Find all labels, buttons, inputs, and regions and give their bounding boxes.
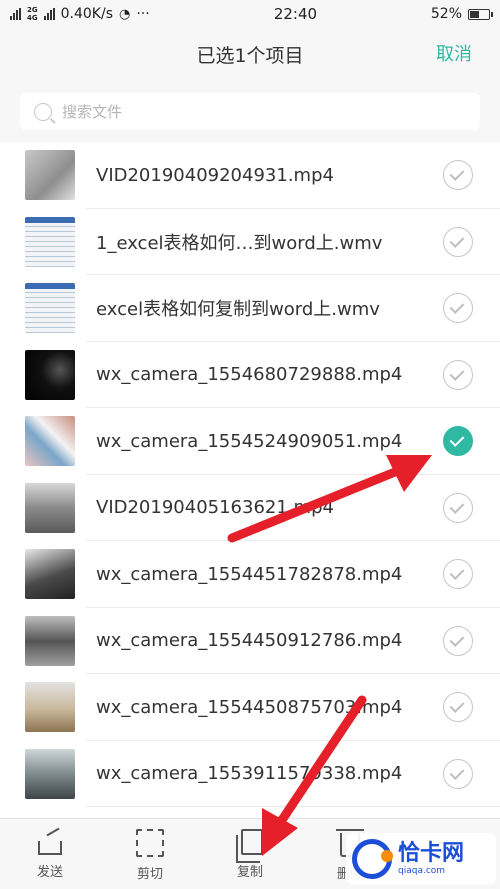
- file-name: wx_camera_1554450912786.mp4: [96, 630, 403, 652]
- checkbox[interactable]: [443, 293, 473, 324]
- watermark-url: qiaqa.com: [398, 866, 446, 876]
- list-item[interactable]: wx_camera_1554451782878.mp4: [0, 541, 500, 608]
- video-thumbnail: [25, 150, 75, 201]
- copy-icon: [236, 829, 263, 863]
- more-dots: ···: [136, 6, 150, 22]
- page-title: 已选1个项目: [196, 44, 304, 67]
- video-thumbnail: [25, 615, 75, 666]
- list-item[interactable]: wx_camera_1554524909051.mp4: [0, 408, 500, 475]
- video-thumbnail: [25, 482, 75, 533]
- checkbox[interactable]: [443, 559, 473, 590]
- search-input[interactable]: 搜索文件: [20, 93, 480, 130]
- network-type-2: 4G: [27, 14, 38, 22]
- file-name: wx_camera_1553911579338.mp4: [96, 763, 403, 785]
- checkbox[interactable]: [443, 160, 473, 191]
- video-thumbnail: [25, 549, 75, 600]
- cut-button[interactable]: 剪切: [100, 819, 200, 889]
- list-item[interactable]: 1_excel表格如何…到word上.wmv: [0, 209, 500, 276]
- signal-icon-2: [43, 8, 55, 20]
- list-item[interactable]: VID20190409204931.mp4: [0, 142, 500, 209]
- checkbox[interactable]: [443, 625, 473, 656]
- status-right: 52%: [430, 6, 493, 22]
- watermark: 恰卡网 qiaqa.com: [346, 833, 496, 885]
- watermark-title: 恰卡网: [398, 841, 465, 866]
- checkbox[interactable]: [443, 492, 473, 523]
- network-type-1: 2G: [27, 6, 38, 14]
- list-item[interactable]: wx_camera_1554450912786.mp4: [0, 608, 500, 675]
- search-placeholder: 搜索文件: [62, 103, 123, 121]
- search-area: 搜索文件: [0, 80, 500, 142]
- clock: 22:40: [273, 5, 318, 23]
- search-icon: [34, 102, 52, 121]
- list-item[interactable]: excel表格如何复制到word上.wmv: [0, 275, 500, 342]
- file-name: VID20190405163621.mp4: [96, 497, 334, 519]
- signal-icon: [10, 8, 21, 20]
- list-item[interactable]: VID20190405163621.mp4: [0, 475, 500, 542]
- battery-percent: 52%: [430, 6, 462, 22]
- network-speed: 0.40K/s: [60, 6, 113, 22]
- watermark-logo-icon: [352, 839, 393, 879]
- file-name: VID20190409204931.mp4: [96, 164, 334, 186]
- network-type: 2G 4G: [27, 6, 38, 22]
- file-list[interactable]: VID20190409204931.mp4 1_excel表格如何…到word上…: [0, 142, 500, 818]
- video-thumbnail: [25, 283, 75, 334]
- checkbox[interactable]: [443, 426, 473, 457]
- list-item[interactable]: wx_camera_1553911579338.mp4: [0, 741, 500, 808]
- file-name: wx_camera_1554451782878.mp4: [96, 563, 403, 585]
- video-thumbnail: [25, 216, 75, 267]
- cut-label: 剪切: [136, 867, 163, 882]
- file-name: 1_excel表格如何…到word上.wmv: [96, 232, 383, 254]
- send-label: 发送: [36, 865, 63, 880]
- checkbox[interactable]: [443, 758, 473, 789]
- copy-button[interactable]: 复制: [200, 819, 300, 889]
- checkbox[interactable]: [443, 359, 473, 390]
- copy-label: 复制: [236, 865, 263, 880]
- checkbox[interactable]: [443, 692, 473, 723]
- file-name: wx_camera_1554524909051.mp4: [96, 430, 403, 452]
- checkbox[interactable]: [443, 226, 473, 257]
- video-thumbnail: [25, 682, 75, 733]
- wifi-icon: ◔: [119, 6, 131, 22]
- file-name: wx_camera_1554450875703.mp4: [96, 696, 403, 718]
- video-thumbnail: [25, 416, 75, 467]
- list-item[interactable]: wx_camera_1554450875703.mp4: [0, 674, 500, 741]
- cut-icon: [136, 829, 164, 857]
- file-name: excel表格如何复制到word上.wmv: [96, 299, 380, 321]
- video-thumbnail: [25, 748, 75, 799]
- video-thumbnail: [25, 349, 75, 400]
- status-bar: 2G 4G 0.40K/s ◔ ··· 22:40 52%: [0, 0, 500, 28]
- list-item[interactable]: wx_camera_1554680729888.mp4: [0, 342, 500, 409]
- file-name: wx_camera_1554680729888.mp4: [96, 364, 403, 386]
- battery-icon: [468, 8, 493, 20]
- title-bar: 已选1个项目 取消: [0, 28, 500, 80]
- watermark-text: 恰卡网 qiaqa.com: [398, 841, 465, 877]
- send-button[interactable]: 发送: [0, 819, 100, 889]
- cancel-button[interactable]: 取消: [436, 40, 472, 66]
- battery-fill: [470, 10, 479, 18]
- share-icon: [38, 841, 62, 855]
